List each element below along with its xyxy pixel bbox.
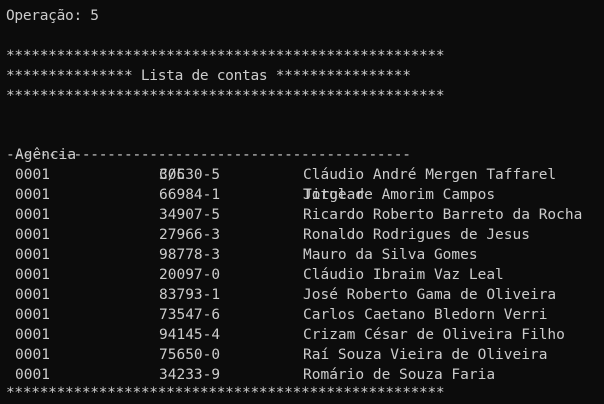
cell-cc: 34233-9 bbox=[159, 367, 221, 383]
cell-agencia: 0001 bbox=[15, 247, 50, 263]
cell-agencia: 0001 bbox=[15, 347, 50, 363]
table-row: 0001 34233-9 Romário de Souza Faria bbox=[0, 365, 604, 385]
cell-cc: 66984-1 bbox=[159, 187, 221, 203]
cell-agencia: 0001 bbox=[15, 227, 50, 243]
cell-cc: 94145-4 bbox=[159, 327, 221, 343]
cell-cc: 75650-0 bbox=[159, 347, 221, 363]
table-row: 0001 66984-1 Jorge de Amorim Campos bbox=[0, 185, 604, 205]
cell-titular: Cláudio André Mergen Taffarel bbox=[303, 167, 557, 183]
cell-cc: 27966-3 bbox=[159, 227, 221, 243]
table-row: 0001 83793-1 José Roberto Gama de Oliveira bbox=[0, 285, 604, 305]
table-header: Agência C/C Titular bbox=[0, 125, 604, 203]
cell-titular: Raí Souza Vieira de Oliveira bbox=[303, 347, 548, 363]
cell-agencia: 0001 bbox=[15, 207, 50, 223]
cell-agencia: 0001 bbox=[15, 167, 50, 183]
table-row: 0001 30530-5 Cláudio André Mergen Taffarel bbox=[0, 165, 604, 185]
stars-divider-top: ****************************************… bbox=[6, 48, 445, 64]
cell-titular: Crizam César de Oliveira Filho bbox=[303, 327, 565, 343]
stars-divider-bottom: ****************************************… bbox=[6, 385, 445, 401]
table-row: 0001 98778-3 Mauro da Silva Gomes bbox=[0, 245, 604, 265]
cell-agencia: 0001 bbox=[15, 367, 50, 383]
cell-agencia: 0001 bbox=[15, 327, 50, 343]
cell-cc: 20097-0 bbox=[159, 267, 221, 283]
cell-cc: 34907-5 bbox=[159, 207, 221, 223]
operation-line: Operação: 5 bbox=[6, 8, 99, 24]
table-row: 0001 94145-4 Crizam César de Oliveira Filh… bbox=[0, 325, 604, 345]
cell-agencia: 0001 bbox=[15, 307, 50, 323]
table-row: 0001 73547-6 Carlos Caetano Bledorn Verri bbox=[0, 305, 604, 325]
cell-titular: Carlos Caetano Bledorn Verri bbox=[303, 307, 548, 323]
cell-titular: Mauro da Silva Gomes bbox=[303, 247, 478, 263]
cell-cc: 83793-1 bbox=[159, 287, 221, 303]
cell-cc: 98778-3 bbox=[159, 247, 221, 263]
dash-divider: ----------------------------------------… bbox=[6, 147, 411, 163]
cell-agencia: 0001 bbox=[15, 187, 50, 203]
cell-titular: Jorge de Amorim Campos bbox=[303, 187, 496, 203]
cell-titular: Ricardo Roberto Barreto da Rocha bbox=[303, 207, 583, 223]
cell-titular: Cláudio Ibraim Vaz Leal bbox=[303, 267, 504, 283]
cell-cc: 73547-6 bbox=[159, 307, 221, 323]
cell-cc: 30530-5 bbox=[159, 167, 221, 183]
cell-titular: Romário de Souza Faria bbox=[303, 367, 496, 383]
cell-titular: Ronaldo Rodrigues de Jesus bbox=[303, 227, 530, 243]
table-row: 0001 34907-5 Ricardo Roberto Barreto da Ro… bbox=[0, 205, 604, 225]
stars-divider-middle: ****************************************… bbox=[6, 88, 445, 104]
cell-titular: José Roberto Gama de Oliveira bbox=[303, 287, 557, 303]
list-title-line: *************** Lista de contas ********… bbox=[6, 68, 411, 84]
terminal-output: Operação: 5 ****************************… bbox=[0, 0, 604, 404]
table-row: 0001 75650-0 Raí Souza Vieira de Oliveira bbox=[0, 345, 604, 365]
table-row: 0001 27966-3 Ronaldo Rodrigues de Jesus bbox=[0, 225, 604, 245]
table-row: 0001 20097-0 Cláudio Ibraim Vaz Leal bbox=[0, 265, 604, 285]
cell-agencia: 0001 bbox=[15, 287, 50, 303]
cell-agencia: 0001 bbox=[15, 267, 50, 283]
